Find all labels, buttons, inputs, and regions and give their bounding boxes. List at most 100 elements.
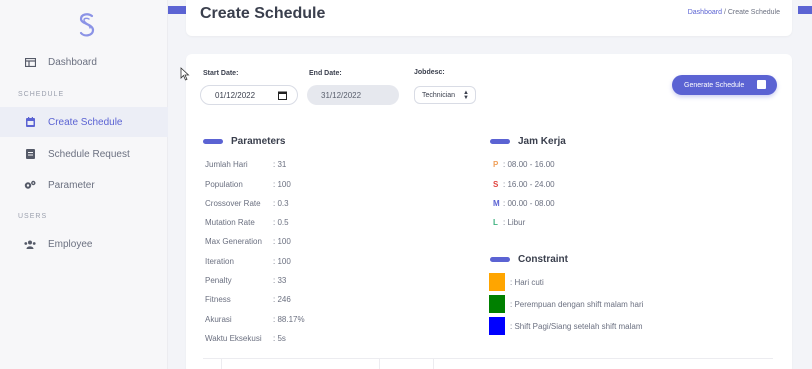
param-key: Fitness (205, 295, 231, 304)
shift-code: S (493, 180, 499, 189)
table-column-divider (221, 359, 222, 369)
param-value: : 100 (273, 180, 291, 189)
constraint-text: : Shift Pagi/Siang setelah shift malam (510, 321, 643, 331)
sidebar-item-create-schedule[interactable]: Create Schedule (0, 107, 168, 137)
section-pill (490, 139, 510, 144)
param-key: Population (205, 180, 243, 189)
jam-kerja-title-text: Jam Kerja (518, 136, 566, 147)
param-row: Crossover Rate : 0.3 (205, 199, 289, 208)
start-date-label: Start Date: (203, 70, 239, 77)
param-value: : 0.3 (273, 199, 289, 208)
blue-swatch (489, 317, 505, 335)
mouse-cursor-icon (180, 67, 190, 81)
shift-row: S : 16.00 - 24.00 (493, 180, 555, 189)
header-accent-right (798, 6, 812, 14)
users-icon (24, 238, 36, 250)
breadcrumb: Dashboard / Create Schedule (688, 9, 780, 16)
breadcrumb-separator: / (723, 9, 726, 16)
breadcrumb-current: Create Schedule (727, 9, 780, 16)
jobdesc-value: Technician (422, 91, 456, 99)
param-row: Waktu Eksekusi : 5s (205, 334, 286, 343)
breadcrumb-dashboard-link[interactable]: Dashboard (688, 9, 722, 16)
constraint-row: : Shift Pagi/Siang setelah shift malam (489, 317, 643, 335)
param-key: Akurasi (205, 315, 232, 324)
param-key: Mutation Rate (205, 218, 255, 227)
sidebar-section-users: USERS (18, 213, 48, 220)
sidebar-item-label: Parameter (48, 179, 95, 191)
end-date-label: End Date: (309, 70, 342, 77)
calendar-icon (757, 80, 766, 89)
constraint-title-text: Constraint (518, 254, 568, 265)
param-row: Iteration : 100 (205, 257, 291, 266)
sidebar-item-parameter[interactable]: Parameter (0, 170, 168, 200)
document-icon (24, 148, 36, 160)
sidebar: Dashboard SCHEDULE Create Schedule Sched… (0, 0, 168, 369)
jam-kerja-title: Jam Kerja (490, 136, 566, 147)
sidebar-item-schedule-request[interactable]: Schedule Request (0, 139, 168, 169)
page-title: Create Schedule (200, 5, 326, 22)
shift-code: P (493, 160, 499, 169)
parameters-title-text: Parameters (231, 136, 286, 147)
sidebar-item-employee[interactable]: Employee (0, 229, 168, 259)
start-date-input[interactable]: 01/12/2022 (200, 85, 298, 105)
section-pill (203, 139, 223, 144)
param-key: Crossover Rate (205, 199, 261, 208)
sidebar-item-label: Schedule Request (48, 148, 130, 160)
param-value: : 5s (273, 334, 286, 343)
sidebar-section-schedule: SCHEDULE (18, 91, 65, 98)
green-swatch (489, 295, 505, 313)
shift-row: L : Libur (493, 218, 525, 227)
param-key: Penalty (205, 276, 232, 285)
shift-row: P : 08.00 - 16.00 (493, 160, 555, 169)
param-value: : 0.5 (273, 218, 289, 227)
sidebar-item-dashboard[interactable]: Dashboard (0, 47, 168, 77)
param-key: Iteration (205, 257, 234, 266)
param-row: Fitness: 246 (205, 295, 291, 304)
param-value: : 100 (273, 237, 291, 246)
dashboard-icon (24, 56, 36, 68)
calendar-picker-icon[interactable] (278, 91, 287, 100)
jobdesc-label: Jobdesc: (414, 69, 445, 76)
shift-time: : Libur (503, 218, 526, 227)
header-accent-left (168, 6, 186, 14)
jobdesc-select[interactable]: Technician ▲ ▼ (414, 86, 476, 104)
sidebar-item-label: Dashboard (48, 56, 97, 68)
shift-time: : 08.00 - 16.00 (503, 160, 555, 169)
calendar-icon (24, 116, 36, 128)
constraint-title: Constraint (490, 254, 568, 265)
shift-code: L (493, 218, 498, 227)
constraint-row: : Perempuan dengan shift malam hari (489, 295, 643, 313)
end-date-value: 31/12/2022 (321, 90, 362, 100)
generate-schedule-button[interactable]: Generate Schedule (672, 75, 777, 95)
shift-row: M: 00.00 - 08.00 (493, 199, 555, 208)
gears-icon (24, 179, 36, 191)
constraint-text: : Perempuan dengan shift malam hari (510, 299, 644, 309)
param-row: Mutation Rate : 0.5 (205, 218, 289, 227)
shift-time: : 00.00 - 08.00 (503, 199, 555, 208)
end-date-input[interactable]: 31/12/2022 (307, 85, 399, 105)
param-value: : 33 (273, 276, 287, 285)
param-row: Population : 100 (205, 180, 291, 189)
param-value: : 88.17% (273, 315, 305, 324)
param-value: : 100 (273, 257, 291, 266)
param-row: Max Generation : 100 (205, 237, 291, 246)
constraint-row: : Hari cuti (489, 273, 544, 291)
param-row: Jumlah Hari : 31 (205, 160, 286, 169)
table-column-divider (379, 359, 380, 369)
parameters-title: Parameters (203, 136, 285, 147)
param-row: Akurasi : 88.17% (205, 315, 305, 324)
param-key: Waktu Eksekusi (205, 334, 262, 343)
schedule-table-header (203, 358, 773, 369)
orange-swatch (489, 273, 505, 291)
select-arrows-icon: ▲ ▼ (463, 90, 469, 101)
table-column-divider (433, 359, 434, 369)
param-key: Max Generation (205, 237, 262, 246)
sidebar-item-label: Create Schedule (48, 116, 123, 128)
start-date-value: 01/12/2022 (215, 90, 256, 100)
section-pill (490, 257, 510, 262)
generate-schedule-label: Generate Schedule (684, 81, 745, 89)
shift-time: : 16.00 - 24.00 (503, 180, 555, 189)
shift-code: M (493, 199, 500, 208)
param-key: Jumlah Hari (205, 160, 248, 169)
param-value: : 31 (273, 160, 287, 169)
